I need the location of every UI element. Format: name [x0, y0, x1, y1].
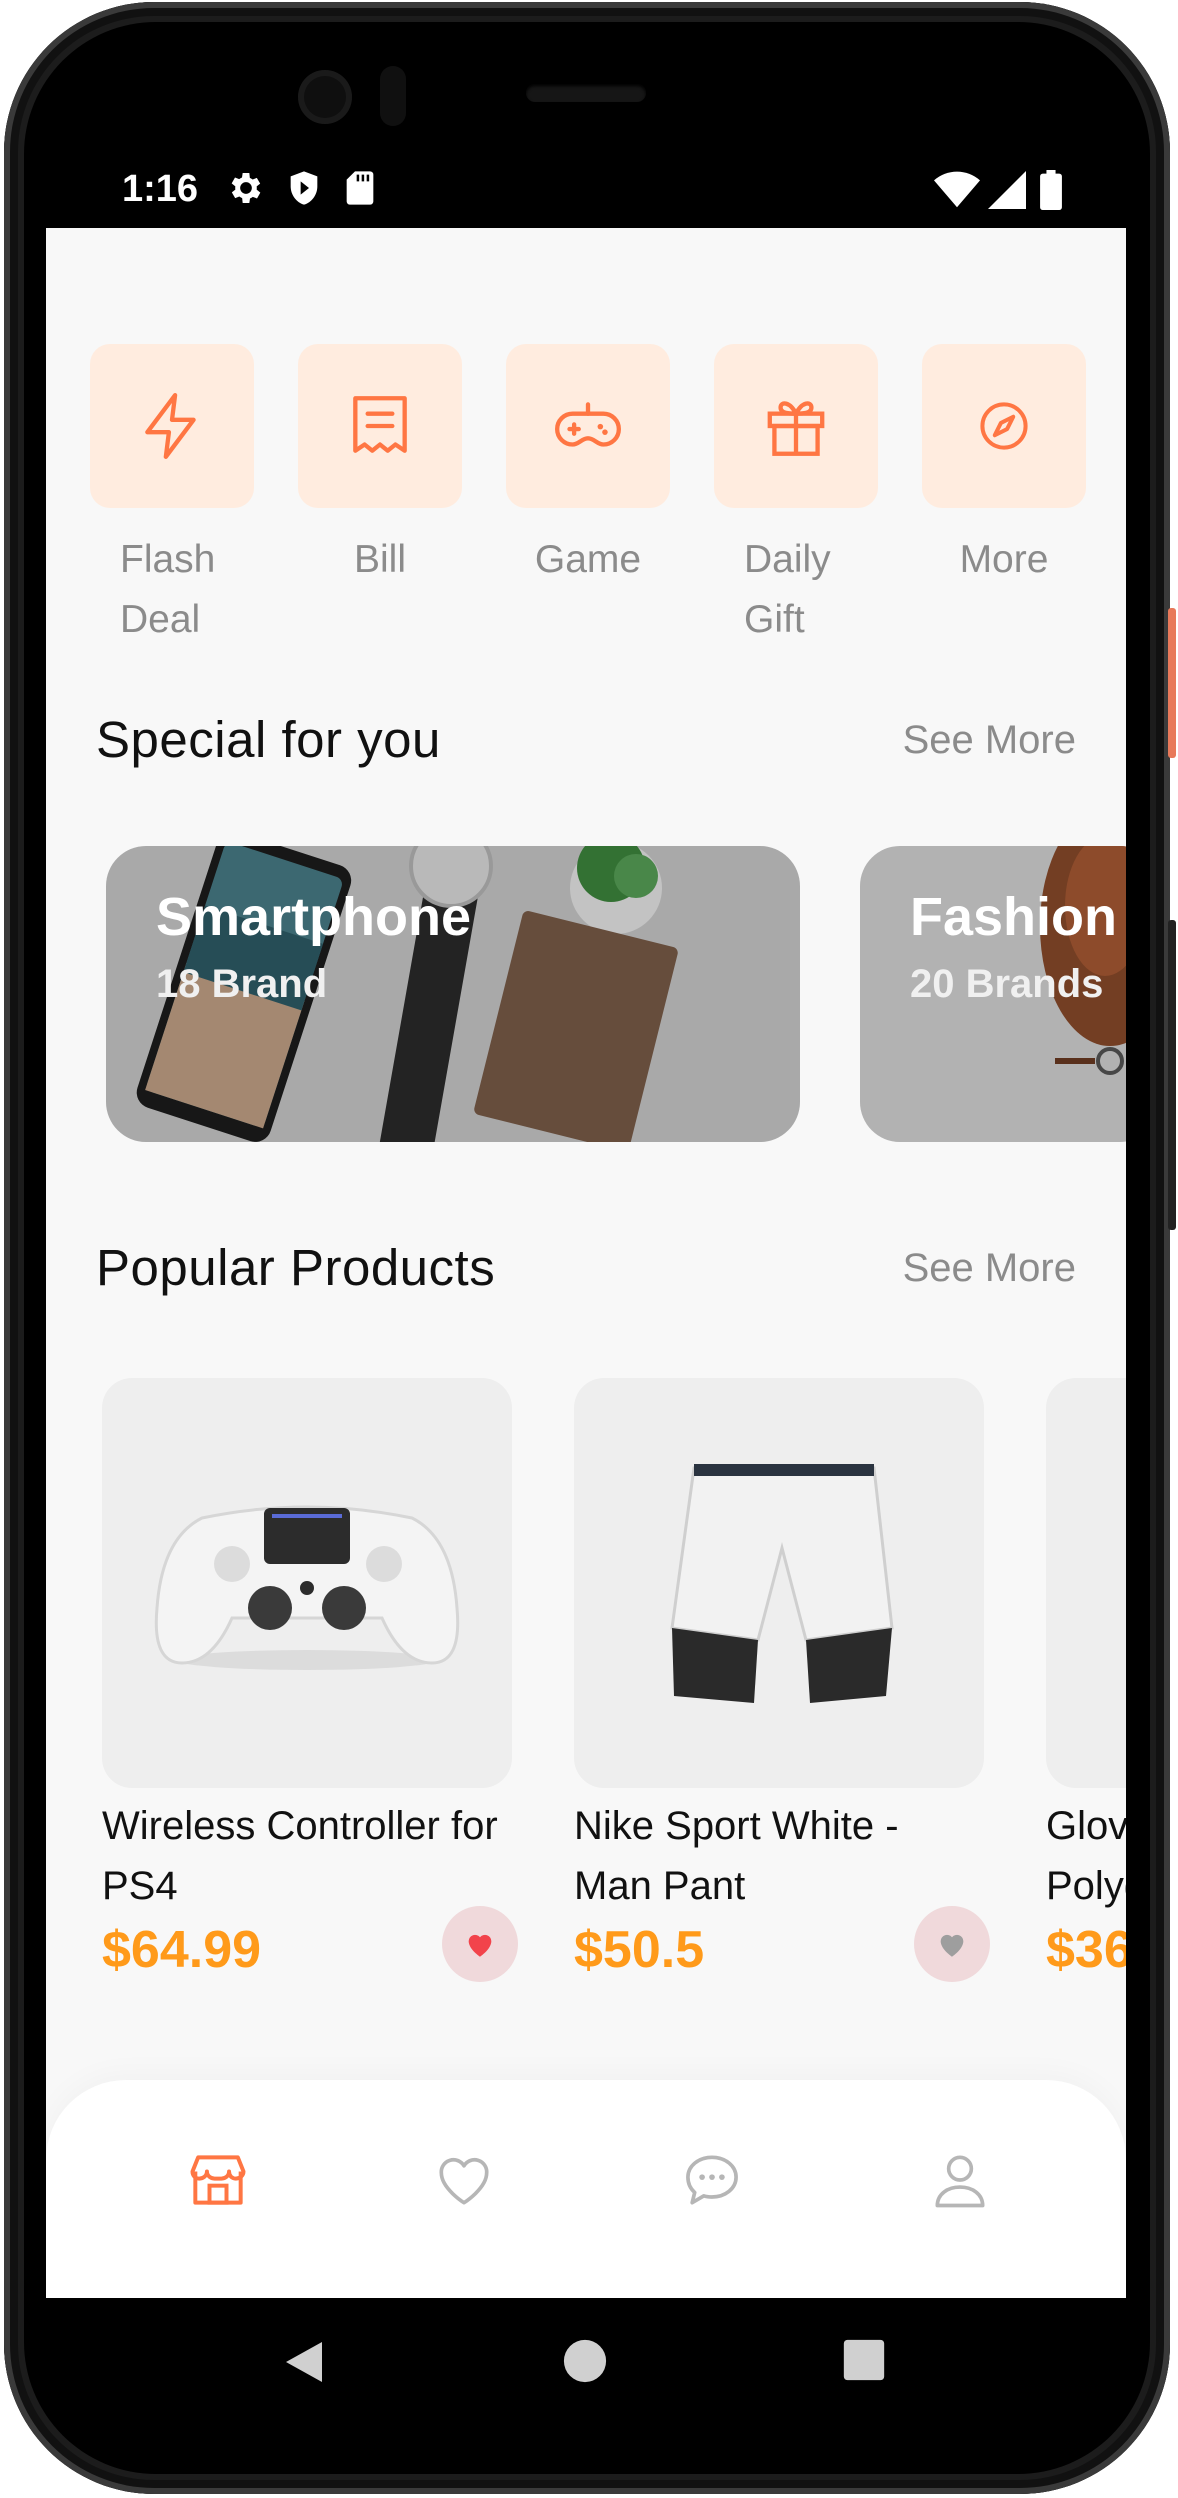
- product-image: [102, 1378, 512, 1788]
- gamepad-icon: [555, 402, 621, 447]
- shorts-image: [670, 1464, 894, 1703]
- chat-icon: [686, 2155, 738, 2205]
- sd-card-icon: [346, 171, 374, 205]
- wifi-icon: [934, 171, 980, 208]
- home-icon[interactable]: [562, 2338, 608, 2384]
- back-icon[interactable]: [282, 2338, 326, 2386]
- category-icon-box: [298, 344, 462, 508]
- popular-see-more-link[interactable]: See More: [903, 1246, 1076, 1291]
- category-daily-gift[interactable]: Daily Gift: [714, 344, 878, 650]
- front-camera: [298, 70, 352, 124]
- controller-image: [154, 1505, 460, 1670]
- category-label: Daily Gift: [744, 538, 831, 641]
- category-flash-deal[interactable]: Flash Deal: [90, 344, 254, 650]
- product-card[interactable]: Nike Sport White - Man Pant $50.5: [574, 1378, 990, 1982]
- shop-icon: [190, 2155, 246, 2205]
- user-icon: [935, 2155, 985, 2208]
- status-bar: 1:16: [46, 148, 1126, 228]
- proximity-sensor: [380, 66, 406, 126]
- gift-icon: [767, 401, 825, 456]
- category-label: Game: [534, 538, 642, 581]
- category-bill[interactable]: Bill: [298, 344, 462, 590]
- product-image: [1046, 1378, 1126, 1788]
- category-label: Bill: [353, 538, 406, 581]
- category-label: More: [959, 538, 1049, 581]
- category-icon-box: [922, 344, 1086, 508]
- category-label: Flash Deal: [120, 538, 216, 641]
- category-game[interactable]: Game: [506, 344, 670, 590]
- category-icon-box: [90, 344, 254, 508]
- product-name: Nike Sport White - Man Pant: [574, 1804, 899, 1908]
- category-icon-box: [714, 344, 878, 508]
- special-section-title: Special for you: [96, 711, 441, 768]
- recents-icon[interactable]: [842, 2338, 886, 2382]
- nav-shop[interactable]: [184, 2146, 252, 2214]
- system-navigation-bar: [46, 2298, 1126, 2428]
- special-card-subtitle: 20 Brands: [910, 962, 1104, 1006]
- heart-icon: [940, 1934, 964, 1957]
- product-image: [574, 1378, 984, 1788]
- volume-button: [1168, 920, 1176, 1230]
- special-card-title: Smartphone: [156, 887, 472, 947]
- nav-favorites[interactable]: [430, 2146, 498, 2214]
- product-name: Wireless Controller for PS4: [102, 1804, 498, 1908]
- nav-profile[interactable]: [926, 2146, 994, 2214]
- favorite-button[interactable]: [914, 1906, 990, 1982]
- power-button: [1168, 608, 1176, 758]
- favorite-button[interactable]: [442, 1906, 518, 1982]
- product-price: $36.55: [1046, 1921, 1126, 1979]
- battery-icon: [1040, 170, 1062, 210]
- product-card[interactable]: Gloves XC Omega - Polygon $36.55: [1046, 1378, 1126, 1980]
- special-card-title: Fashion: [910, 887, 1118, 947]
- special-card-smartphone[interactable]: Smartphone 18 Brand: [106, 846, 800, 1142]
- bottom-navigation: [46, 2080, 1126, 2298]
- app-screen: Flash Deal Bill Game Daily Gift More Spe…: [46, 228, 1126, 2298]
- special-card-subtitle: 18 Brand: [156, 962, 328, 1006]
- receipt-icon: [353, 396, 407, 453]
- nav-chat[interactable]: [678, 2146, 746, 2214]
- signal-icon: [988, 171, 1026, 209]
- lightning-icon: [145, 393, 196, 459]
- compass-icon: [980, 402, 1028, 450]
- product-card[interactable]: Wireless Controller for PS4 $64.99: [102, 1378, 518, 1982]
- popular-section-title: Popular Products: [96, 1239, 496, 1296]
- gear-icon: [231, 173, 261, 203]
- shield-icon: [290, 171, 318, 205]
- heart-icon: [468, 1934, 492, 1957]
- special-card-fashion[interactable]: Fashion 20 Brands: [860, 846, 1126, 1142]
- category-icon-box: [506, 344, 670, 508]
- category-more[interactable]: More: [922, 344, 1086, 590]
- product-name: Gloves XC Omega - Polygon: [1046, 1804, 1126, 1908]
- earpiece-speaker: [526, 84, 646, 102]
- status-time: 1:16: [122, 168, 199, 210]
- special-see-more-link[interactable]: See More: [903, 718, 1076, 763]
- heart-icon: [439, 2157, 489, 2205]
